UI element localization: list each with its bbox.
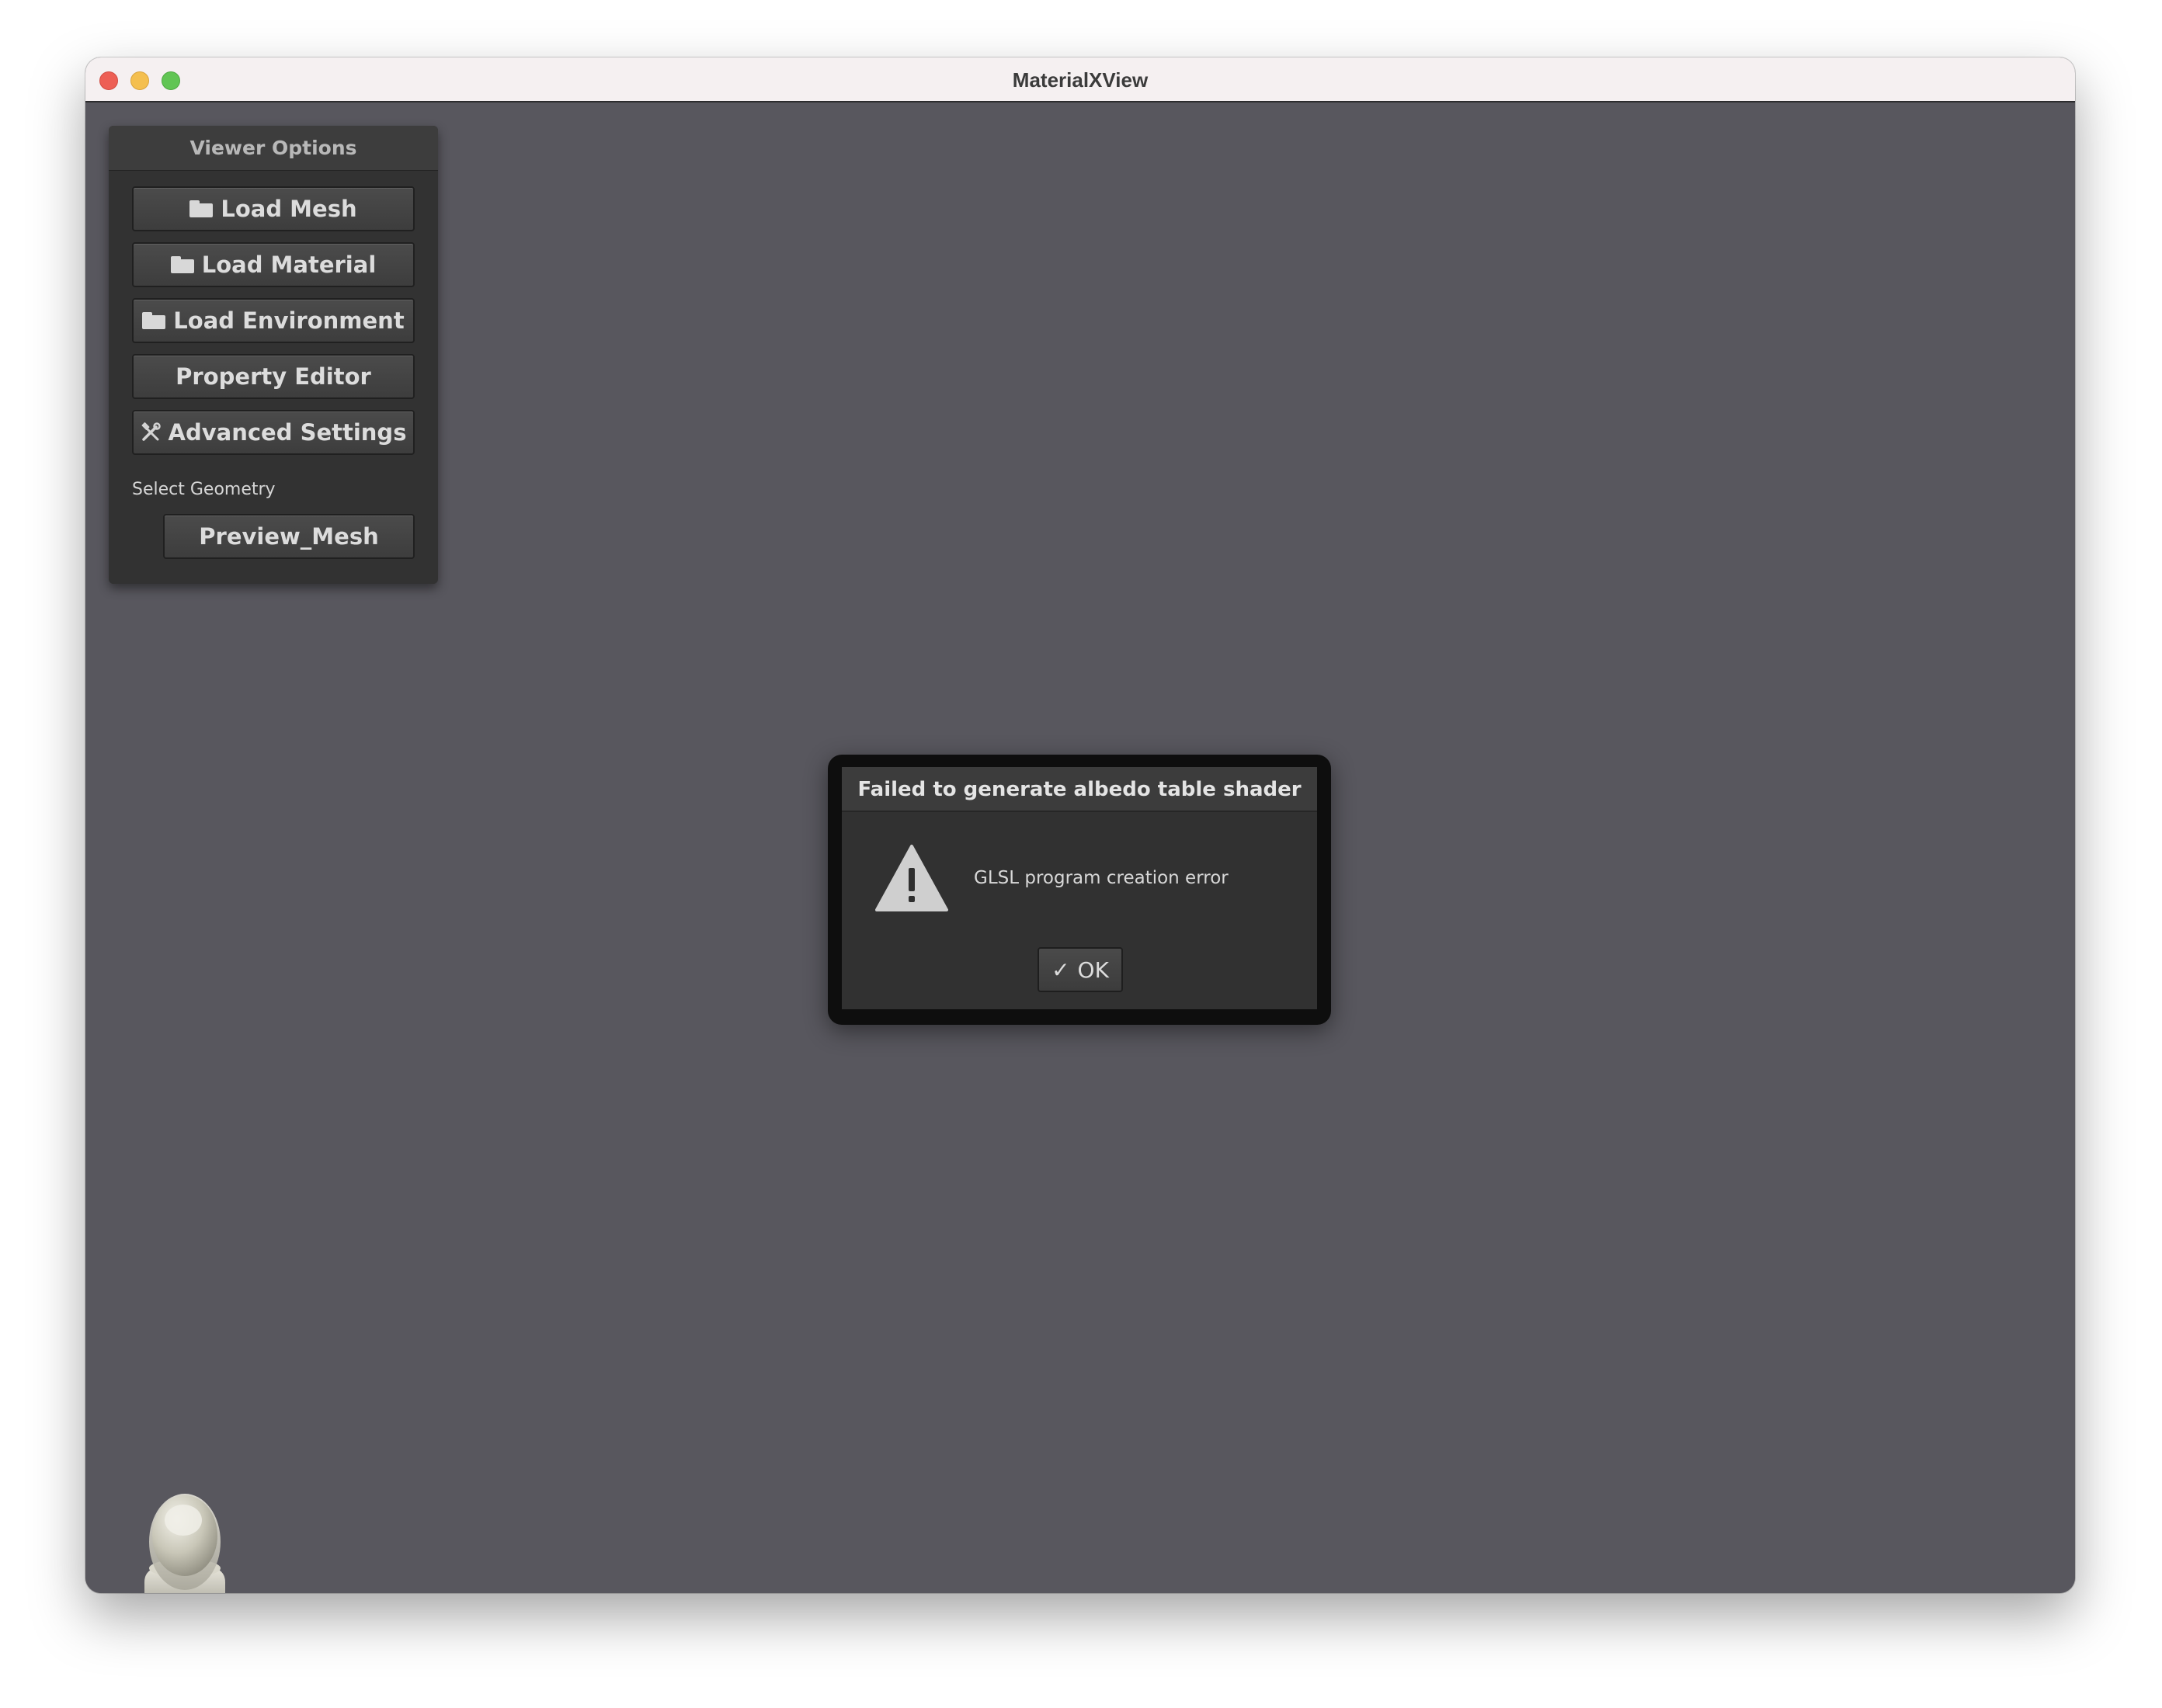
load-material-label: Load Material <box>201 252 377 278</box>
ok-button[interactable]: ✓ OK <box>1038 947 1123 992</box>
error-dialog: Failed to generate albedo table shader G… <box>828 755 1331 1025</box>
warning-icon <box>875 845 948 911</box>
advanced-settings-button[interactable]: Advanced Settings <box>132 410 415 455</box>
folder-icon <box>170 256 194 273</box>
tools-icon <box>141 422 161 443</box>
error-dialog-body: Failed to generate albedo table shader G… <box>842 767 1317 1009</box>
folder-icon <box>142 312 166 329</box>
ok-button-label: OK <box>1077 956 1109 983</box>
geometry-select-value: Preview_Mesh <box>199 523 379 550</box>
title-bar: MaterialXView <box>85 57 2075 102</box>
render-viewport[interactable]: Viewer Options Load Mesh Load Material L… <box>85 102 2075 1593</box>
geometry-select[interactable]: Preview_Mesh <box>163 514 415 559</box>
viewer-options-panel: Viewer Options Load Mesh Load Material L… <box>109 126 438 584</box>
app-window: MaterialXView Viewer Options Load Mesh L… <box>85 57 2075 1593</box>
load-environment-label: Load Environment <box>173 307 405 334</box>
load-material-button[interactable]: Load Material <box>132 242 415 287</box>
error-message: GLSL program creation error <box>974 868 1229 888</box>
panel-title[interactable]: Viewer Options <box>109 126 438 171</box>
load-environment-button[interactable]: Load Environment <box>132 298 415 343</box>
check-icon: ✓ <box>1051 956 1070 983</box>
property-editor-label: Property Editor <box>176 363 371 390</box>
property-editor-button[interactable]: Property Editor <box>132 354 415 399</box>
load-mesh-label: Load Mesh <box>221 196 357 222</box>
error-dialog-title: Failed to generate albedo table shader <box>842 767 1317 812</box>
select-geometry-label: Select Geometry <box>132 480 276 499</box>
load-mesh-button[interactable]: Load Mesh <box>132 186 415 231</box>
folder-icon <box>189 200 214 217</box>
material-preview-icon <box>144 1494 225 1593</box>
window-title: MaterialXView <box>1012 68 1149 92</box>
advanced-settings-label: Advanced Settings <box>168 419 407 446</box>
